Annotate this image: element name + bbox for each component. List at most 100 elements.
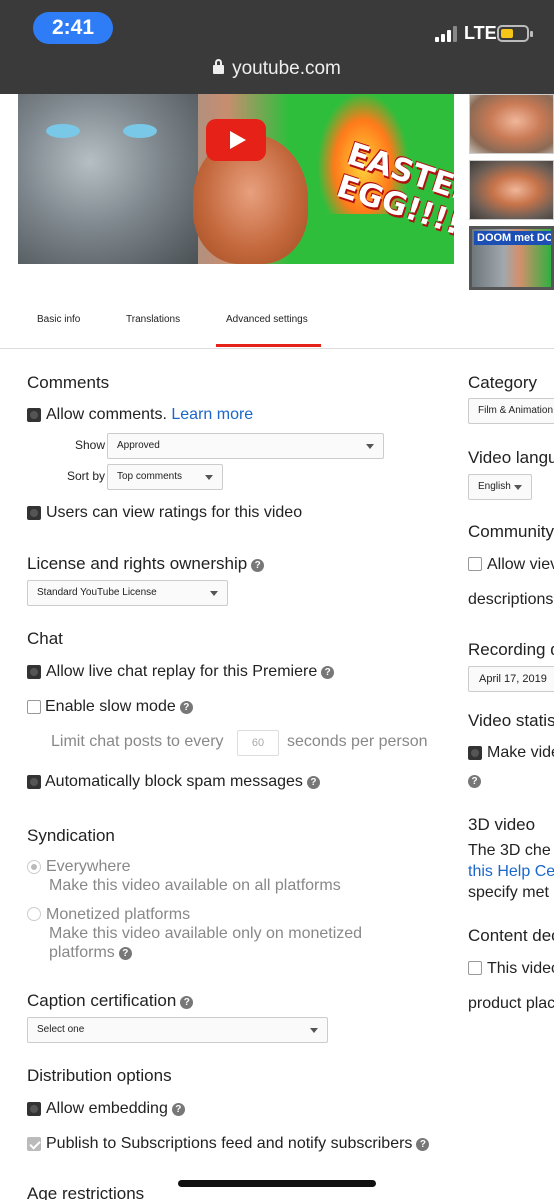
category-value: Film & Animation: [478, 405, 554, 416]
tab-translations[interactable]: Translations: [126, 314, 180, 325]
monetized-description: Make this video available only on moneti…: [49, 925, 363, 942]
sort-by-select[interactable]: Top comments: [107, 464, 223, 490]
monetized-description-cont: platforms?: [49, 944, 132, 962]
thumbnail-option-1[interactable]: [469, 94, 554, 154]
publish-subscriptions-label: Publish to Subscriptions feed and notify…: [46, 1135, 413, 1152]
help-icon[interactable]: ?: [468, 775, 481, 788]
block-spam-checkbox[interactable]: [27, 775, 41, 789]
tab-basic-info[interactable]: Basic info: [37, 314, 80, 325]
recording-date-value: April 17, 2019: [479, 673, 547, 685]
allow-comments-label: Allow comments.: [46, 406, 167, 423]
distribution-heading: Distribution options: [27, 1066, 172, 1085]
help-icon[interactable]: ?: [251, 559, 265, 572]
thumbnail-overlay-text: EASTER EGG!!!!: [332, 136, 454, 243]
community-allow-label: Allow viev: [487, 556, 554, 573]
live-chat-replay-checkbox[interactable]: [27, 665, 41, 679]
allow-embedding-row: Allow embedding?: [46, 1100, 185, 1118]
publish-subscriptions-checkbox[interactable]: [27, 1137, 41, 1151]
chevron-down-icon: [210, 591, 218, 596]
community-allow-checkbox[interactable]: [468, 557, 482, 571]
address-text: youtube.com: [232, 58, 341, 79]
recording-date-heading: Recording d: [468, 640, 554, 659]
address-bar[interactable]: youtube.com: [0, 58, 554, 80]
tab-advanced-settings[interactable]: Advanced settings: [226, 314, 308, 325]
age-restrictions-heading: Age restrictions: [27, 1184, 145, 1200]
live-chat-replay-row: Allow live chat replay for this Premiere…: [46, 663, 335, 681]
allow-embedding-label: Allow embedding: [46, 1100, 168, 1117]
monetized-radio[interactable]: [27, 907, 41, 921]
home-indicator: [178, 1180, 376, 1187]
allow-comments-row: Allow comments. Learn more: [46, 406, 253, 424]
slow-mode-label: Enable slow mode: [45, 698, 176, 715]
block-spam-label: Automatically block spam messages: [45, 773, 303, 790]
license-value: Standard YouTube License: [37, 587, 157, 598]
recording-date-input[interactable]: April 17, 2019: [468, 666, 554, 692]
allow-comments-checkbox[interactable]: [27, 408, 41, 422]
sort-by-label: Sort by: [67, 469, 106, 483]
slow-mode-checkbox[interactable]: [27, 700, 41, 714]
view-ratings-label: Users can view ratings for this video: [46, 504, 303, 521]
chevron-down-icon: [514, 485, 522, 490]
sort-by-value: Top comments: [117, 471, 183, 482]
publish-subscriptions-row: Publish to Subscriptions feed and notify…: [46, 1135, 430, 1153]
network-type: LTE: [464, 23, 497, 43]
caption-heading: Caption certification?: [27, 991, 194, 1011]
status-time: 2:41: [33, 12, 113, 44]
video-statistics-checkbox[interactable]: [468, 746, 482, 760]
live-chat-replay-label: Allow live chat replay for this Premiere: [46, 663, 318, 680]
limit-chat-label: Limit chat posts to every: [51, 733, 224, 750]
show-comments-select[interactable]: Approved: [107, 433, 384, 459]
content-declaration-heading: Content dec: [468, 926, 554, 945]
everywhere-description: Make this video available on all platfor…: [49, 877, 341, 894]
limit-chat-suffix: seconds per person: [287, 733, 428, 750]
help-icon[interactable]: ?: [306, 776, 320, 789]
thumbnail-option-2[interactable]: [469, 160, 554, 220]
content-declaration-checkbox[interactable]: [468, 961, 482, 975]
help-icon[interactable]: ?: [180, 996, 194, 1009]
monetized-label: Monetized platforms: [46, 906, 191, 923]
block-spam-row: Automatically block spam messages?: [45, 773, 320, 791]
3d-video-heading: 3D video: [468, 815, 536, 834]
video-language-select[interactable]: English: [468, 474, 532, 500]
battery-icon: [497, 25, 533, 42]
chevron-down-icon: [205, 475, 213, 480]
signal-icon: [435, 26, 457, 42]
category-select[interactable]: Film & Animation: [468, 398, 554, 424]
help-icon[interactable]: ?: [416, 1138, 430, 1151]
video-language-heading: Video langu: [468, 448, 554, 467]
everywhere-radio[interactable]: [27, 860, 41, 874]
everywhere-label: Everywhere: [46, 858, 131, 875]
allow-embedding-checkbox[interactable]: [27, 1102, 41, 1116]
3d-video-help-link[interactable]: this Help Ce: [468, 863, 554, 881]
learn-more-link[interactable]: Learn more: [171, 406, 253, 423]
settings-tabs: Basic info Translations Advanced setting…: [0, 294, 554, 349]
video-language-value: English: [478, 481, 511, 492]
chat-heading: Chat: [27, 629, 63, 648]
community-heading: Community: [468, 522, 554, 541]
content-declaration-text: product plac: [468, 995, 554, 1012]
syndication-heading: Syndication: [27, 826, 115, 845]
show-label: Show: [75, 438, 106, 452]
show-comments-value: Approved: [117, 440, 160, 451]
caption-select[interactable]: Select one: [27, 1017, 328, 1043]
comments-heading: Comments: [27, 373, 110, 392]
help-icon[interactable]: ?: [171, 1103, 185, 1116]
help-icon[interactable]: ?: [321, 666, 335, 679]
3d-video-text-cont: specify met: [468, 884, 549, 901]
active-tab-indicator: [216, 344, 321, 347]
caption-value: Select one: [37, 1024, 85, 1035]
community-descriptions: descriptions: [468, 591, 554, 608]
license-select[interactable]: Standard YouTube License: [27, 580, 228, 606]
play-icon[interactable]: [206, 119, 266, 161]
thumbnail-caption: DOOM met DO: [474, 231, 551, 245]
video-statistics-heading: Video statis: [468, 711, 554, 730]
category-heading: Category: [468, 373, 537, 392]
license-heading: License and rights ownership?: [27, 554, 265, 574]
status-bar: 2:41 LTE youtube.com: [0, 0, 554, 94]
help-icon[interactable]: ?: [118, 947, 132, 960]
slow-mode-seconds-input[interactable]: 60: [237, 730, 279, 756]
video-thumbnail[interactable]: EASTER EGG!!!!: [18, 94, 454, 264]
view-ratings-checkbox[interactable]: [27, 506, 41, 520]
thumbnail-option-3[interactable]: DOOM met DO: [469, 226, 554, 290]
help-icon[interactable]: ?: [179, 701, 193, 714]
